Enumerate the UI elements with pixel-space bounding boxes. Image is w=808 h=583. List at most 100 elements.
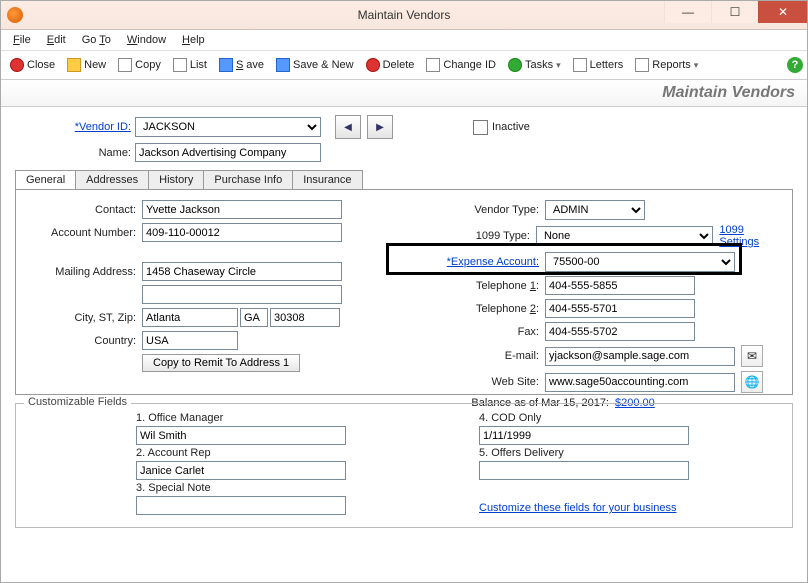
cf4-label: 4. COD Only [479,412,782,424]
customize-fields-link[interactable]: Customize these fields for your business [479,502,676,514]
menu-window[interactable]: Window [121,32,172,48]
app-window: Maintain Vendors — ☐ ✕ File Edit Go To W… [0,0,808,583]
city-st-zip-label: City, ST, Zip: [26,312,142,324]
inactive-checkbox[interactable] [473,120,488,135]
email-input[interactable] [545,347,735,366]
menu-goto[interactable]: Go To [76,32,117,48]
account-number-input[interactable] [142,223,342,242]
mailing-address-label: Mailing Address: [26,266,142,278]
contact-input[interactable] [142,200,342,219]
cf2-input[interactable] [136,461,346,480]
changeid-icon [426,58,440,72]
website-input[interactable] [545,373,735,392]
list-icon [173,58,187,72]
new-icon [67,58,81,72]
general-right-column: Vendor Type: ADMIN 1099 Type: None 1099 … [409,200,782,413]
toolbar-save-new[interactable]: Save & New [271,56,359,74]
letters-icon [573,58,587,72]
close-button[interactable]: ✕ [758,1,807,23]
settings-1099-link[interactable]: 1099 Settings [719,224,782,248]
tab-purchase-info[interactable]: Purchase Info [203,170,293,189]
help-icon[interactable]: ? [787,57,803,73]
prev-record-button[interactable]: ◀ [335,115,361,139]
telephone-1-label: Telephone 1: [409,280,545,292]
name-input[interactable] [135,143,321,162]
reports-icon [635,58,649,72]
mailing-address-1-input[interactable] [142,262,342,281]
mailing-address-2-input[interactable] [142,285,342,304]
next-record-button[interactable]: ▶ [367,115,393,139]
toolbar-copy[interactable]: Copy [113,56,166,74]
telephone-1-input[interactable] [545,276,695,295]
account-number-label: Account Number: [26,227,142,239]
cf5-input[interactable] [479,461,689,480]
email-icon[interactable]: ✉ [741,345,763,367]
app-icon [7,7,23,23]
tab-general[interactable]: General [15,170,76,189]
close-icon [10,58,24,72]
minimize-button[interactable]: — [664,1,711,23]
website-label: Web Site: [409,376,545,388]
inactive-label: Inactive [492,121,530,133]
country-input[interactable] [142,331,238,350]
zip-input[interactable] [270,308,340,327]
menu-edit[interactable]: Edit [41,32,72,48]
vendor-type-select[interactable]: ADMIN [545,200,645,220]
toolbar-new[interactable]: New [62,56,111,74]
telephone-2-input[interactable] [545,299,695,318]
tasks-icon [508,58,522,72]
tab-insurance[interactable]: Insurance [292,170,362,189]
globe-icon[interactable]: 🌐 [741,371,763,393]
tab-addresses[interactable]: Addresses [75,170,149,189]
toolbar: Close New Copy List Save Save & New Dele… [1,50,807,80]
vendor-id-select[interactable]: JACKSON [135,117,321,137]
toolbar-close[interactable]: Close [5,56,60,74]
toolbar-list[interactable]: List [168,56,212,74]
customizable-fields-legend: Customizable Fields [24,396,131,408]
name-label: Name: [15,147,135,159]
cf1-input[interactable] [136,426,346,445]
cf5-label: 5. Offers Delivery [479,447,782,459]
toolbar-change-id[interactable]: Change ID [421,56,501,74]
tab-panel-general: Contact: Account Number: Mailing Address… [15,189,793,395]
save-icon [219,58,233,72]
vendor-id-label[interactable]: *Vendor ID: [15,121,135,133]
window-controls: — ☐ ✕ [664,1,807,23]
toolbar-letters[interactable]: Letters [568,56,629,74]
general-left-column: Contact: Account Number: Mailing Address… [26,200,399,413]
cf4-input[interactable] [479,426,689,445]
state-input[interactable] [240,308,268,327]
maximize-button[interactable]: ☐ [711,1,758,23]
copy-icon [118,58,132,72]
toolbar-reports[interactable]: Reports [630,56,703,74]
country-label: Country: [26,335,142,347]
contact-label: Contact: [26,204,142,216]
toolbar-save[interactable]: Save [214,56,269,74]
page-heading: Maintain Vendors [1,80,807,107]
fax-input[interactable] [545,322,695,341]
cf1-label: 1. Office Manager [136,412,439,424]
city-input[interactable] [142,308,238,327]
expense-account-select[interactable]: 75500-00 [545,252,735,272]
vendor-type-label: Vendor Type: [409,204,545,216]
expense-account-label[interactable]: *Expense Account: [409,256,545,268]
delete-icon [366,58,380,72]
savenew-icon [276,58,290,72]
menu-file[interactable]: File [7,32,37,48]
toolbar-tasks[interactable]: Tasks [503,56,566,74]
toolbar-delete[interactable]: Delete [361,56,420,74]
fax-label: Fax: [409,326,545,338]
cf2-label: 2. Account Rep [136,447,439,459]
titlebar: Maintain Vendors — ☐ ✕ [1,1,807,30]
customizable-fields-group: Customizable Fields 1. Office Manager 2.… [15,403,793,528]
tab-history[interactable]: History [148,170,204,189]
menu-help[interactable]: Help [176,32,211,48]
content-area: *Vendor ID: JACKSON ◀ ▶ Inactive Name: G… [1,107,807,582]
email-label: E-mail: [409,350,545,362]
cf3-input[interactable] [136,496,346,515]
telephone-2-label: Telephone 2: [409,303,545,315]
type-1099-select[interactable]: None [536,226,713,246]
copy-remit-button[interactable]: Copy to Remit To Address 1 [142,354,300,372]
menubar: File Edit Go To Window Help [1,30,807,50]
type-1099-label: 1099 Type: [409,230,536,242]
